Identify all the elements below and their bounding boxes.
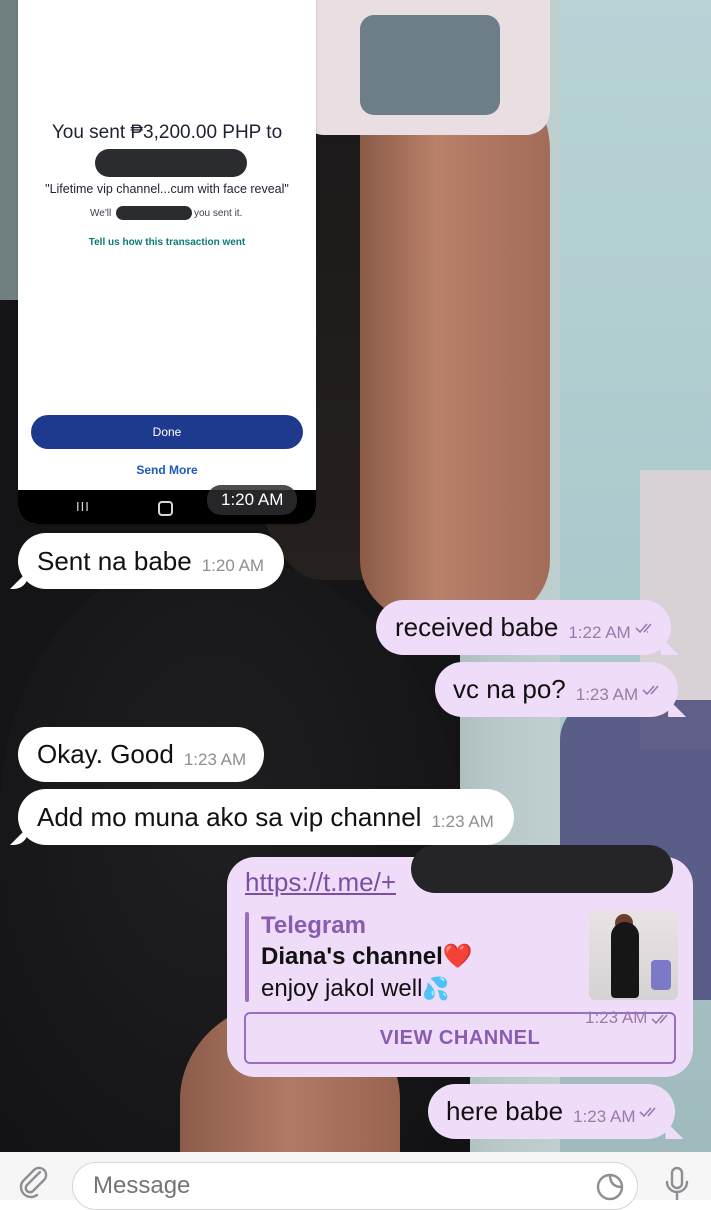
feedback-link: Tell us how this transaction went (88, 237, 246, 248)
message-bubble-incoming[interactable]: Add mo muna ako sa vip channel 1:23 AM (10, 789, 514, 845)
preview-description: enjoy jakol well💦 (261, 975, 450, 1003)
payment-notify-prefix: We'll (90, 208, 112, 219)
wallpaper-phone-case (360, 15, 500, 115)
message-text: received babe (395, 612, 559, 642)
payment-note: "Lifetime vip channel...cum with face re… (45, 182, 289, 196)
sweat-droplets-icon: 💦 (422, 976, 450, 1001)
send-more-button: Send More (136, 463, 198, 477)
preview-thumbnail[interactable] (589, 910, 678, 1000)
message-bubble-outgoing[interactable]: vc na po? 1:23 AM (435, 662, 687, 717)
message-bubble-outgoing[interactable]: here babe 1:23 AM (428, 1084, 684, 1139)
message-time-text: 1:23 AM (585, 1008, 648, 1027)
thumbnail-figure (611, 922, 639, 998)
preview-description-text: enjoy jakol well (261, 975, 423, 1002)
message-text: Sent na babe (37, 545, 192, 576)
double-check-icon (651, 1013, 668, 1024)
thumbnail-chair (651, 960, 671, 990)
payment-notify-suffix: you sent it. (194, 208, 243, 219)
preview-accent-bar (245, 912, 249, 1002)
message-bubble-incoming[interactable]: Sent na babe 1:20 AM (10, 533, 285, 589)
sticker-icon[interactable] (595, 1172, 625, 1202)
preview-title: Diana's channel❤️ (261, 942, 473, 971)
payment-screenshot-image[interactable]: You sent ₱3,200.00 PHP to "Lifetime vip … (18, 0, 316, 524)
message-time: 1:23 AM (575, 684, 639, 704)
preview-title-text: Diana's channel (261, 943, 443, 970)
payment-title: You sent ₱3,200.00 PHP to (51, 122, 283, 143)
redacted-notify (116, 206, 192, 220)
image-timestamp: 1:20 AM (207, 485, 298, 515)
home-icon (158, 501, 173, 516)
preview-site-name: Telegram (261, 912, 366, 939)
double-check-icon (635, 622, 652, 633)
message-time: 1:23 AM (585, 1008, 675, 1028)
message-bubble-incoming[interactable]: Okay. Good 1:23 AM (18, 727, 265, 782)
message-text: here babe (446, 1096, 564, 1126)
heart-icon: ❤️ (442, 943, 473, 970)
message-composer (0, 1152, 711, 1210)
redacted-link (411, 845, 673, 893)
message-time: 1:22 AM (568, 622, 631, 642)
message-time: 1:23 AM (431, 812, 494, 831)
recents-icon: III (76, 499, 90, 514)
message-time: 1:23 AM (183, 749, 247, 769)
message-time: 1:20 AM (201, 556, 265, 575)
message-text: Add mo muna ako sa vip channel (37, 801, 422, 832)
redacted-recipient (95, 149, 247, 177)
double-check-icon (642, 684, 659, 695)
message-time: 1:23 AM (573, 1106, 636, 1126)
microphone-icon[interactable] (664, 1166, 690, 1200)
link-preview-message[interactable]: https://t.me/+ Telegram Diana's channel❤… (227, 845, 693, 1077)
wallpaper-arm (360, 60, 550, 620)
message-text: vc na po? (453, 674, 566, 704)
message-input[interactable] (72, 1162, 638, 1210)
done-button: Done (31, 415, 303, 449)
message-text: Okay. Good (37, 739, 174, 769)
paperclip-icon[interactable] (18, 1164, 48, 1200)
double-check-icon (639, 1106, 657, 1117)
message-bubble-outgoing[interactable]: received babe 1:22 AM (376, 600, 679, 655)
message-link[interactable]: https://t.me/+ (245, 867, 396, 898)
